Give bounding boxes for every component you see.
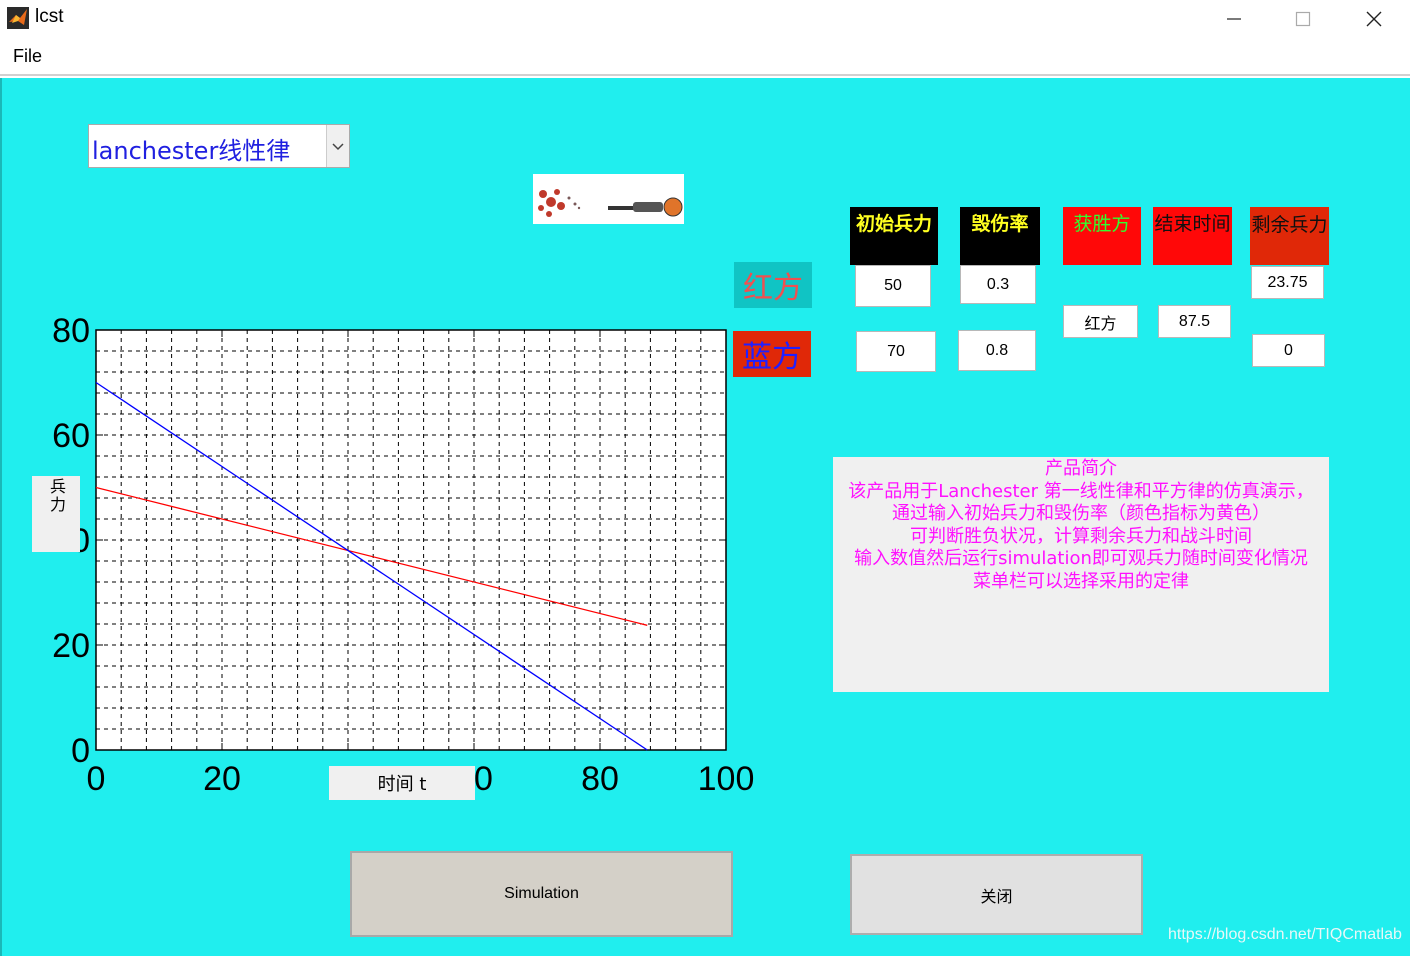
- force-time-chart: 020406080100020406080: [52, 312, 755, 798]
- x-tick-label: 100: [698, 760, 755, 798]
- y-tick-label: 20: [52, 627, 90, 665]
- x-tick-label: 80: [581, 760, 619, 798]
- y-tick-label: 0: [71, 732, 90, 770]
- close-button[interactable]: 关闭: [850, 854, 1143, 935]
- y-axis-label-text: 兵力: [47, 478, 66, 514]
- y-axis-label: 兵力: [32, 476, 80, 552]
- y-tick-label: 80: [52, 312, 90, 350]
- simulation-button[interactable]: Simulation: [350, 851, 733, 937]
- x-axis-label: 时间 t: [329, 766, 475, 800]
- y-tick-label: 60: [52, 417, 90, 455]
- x-tick-label: 20: [203, 760, 241, 798]
- watermark: https://blog.csdn.net/TIQCmatlab: [1168, 926, 1402, 943]
